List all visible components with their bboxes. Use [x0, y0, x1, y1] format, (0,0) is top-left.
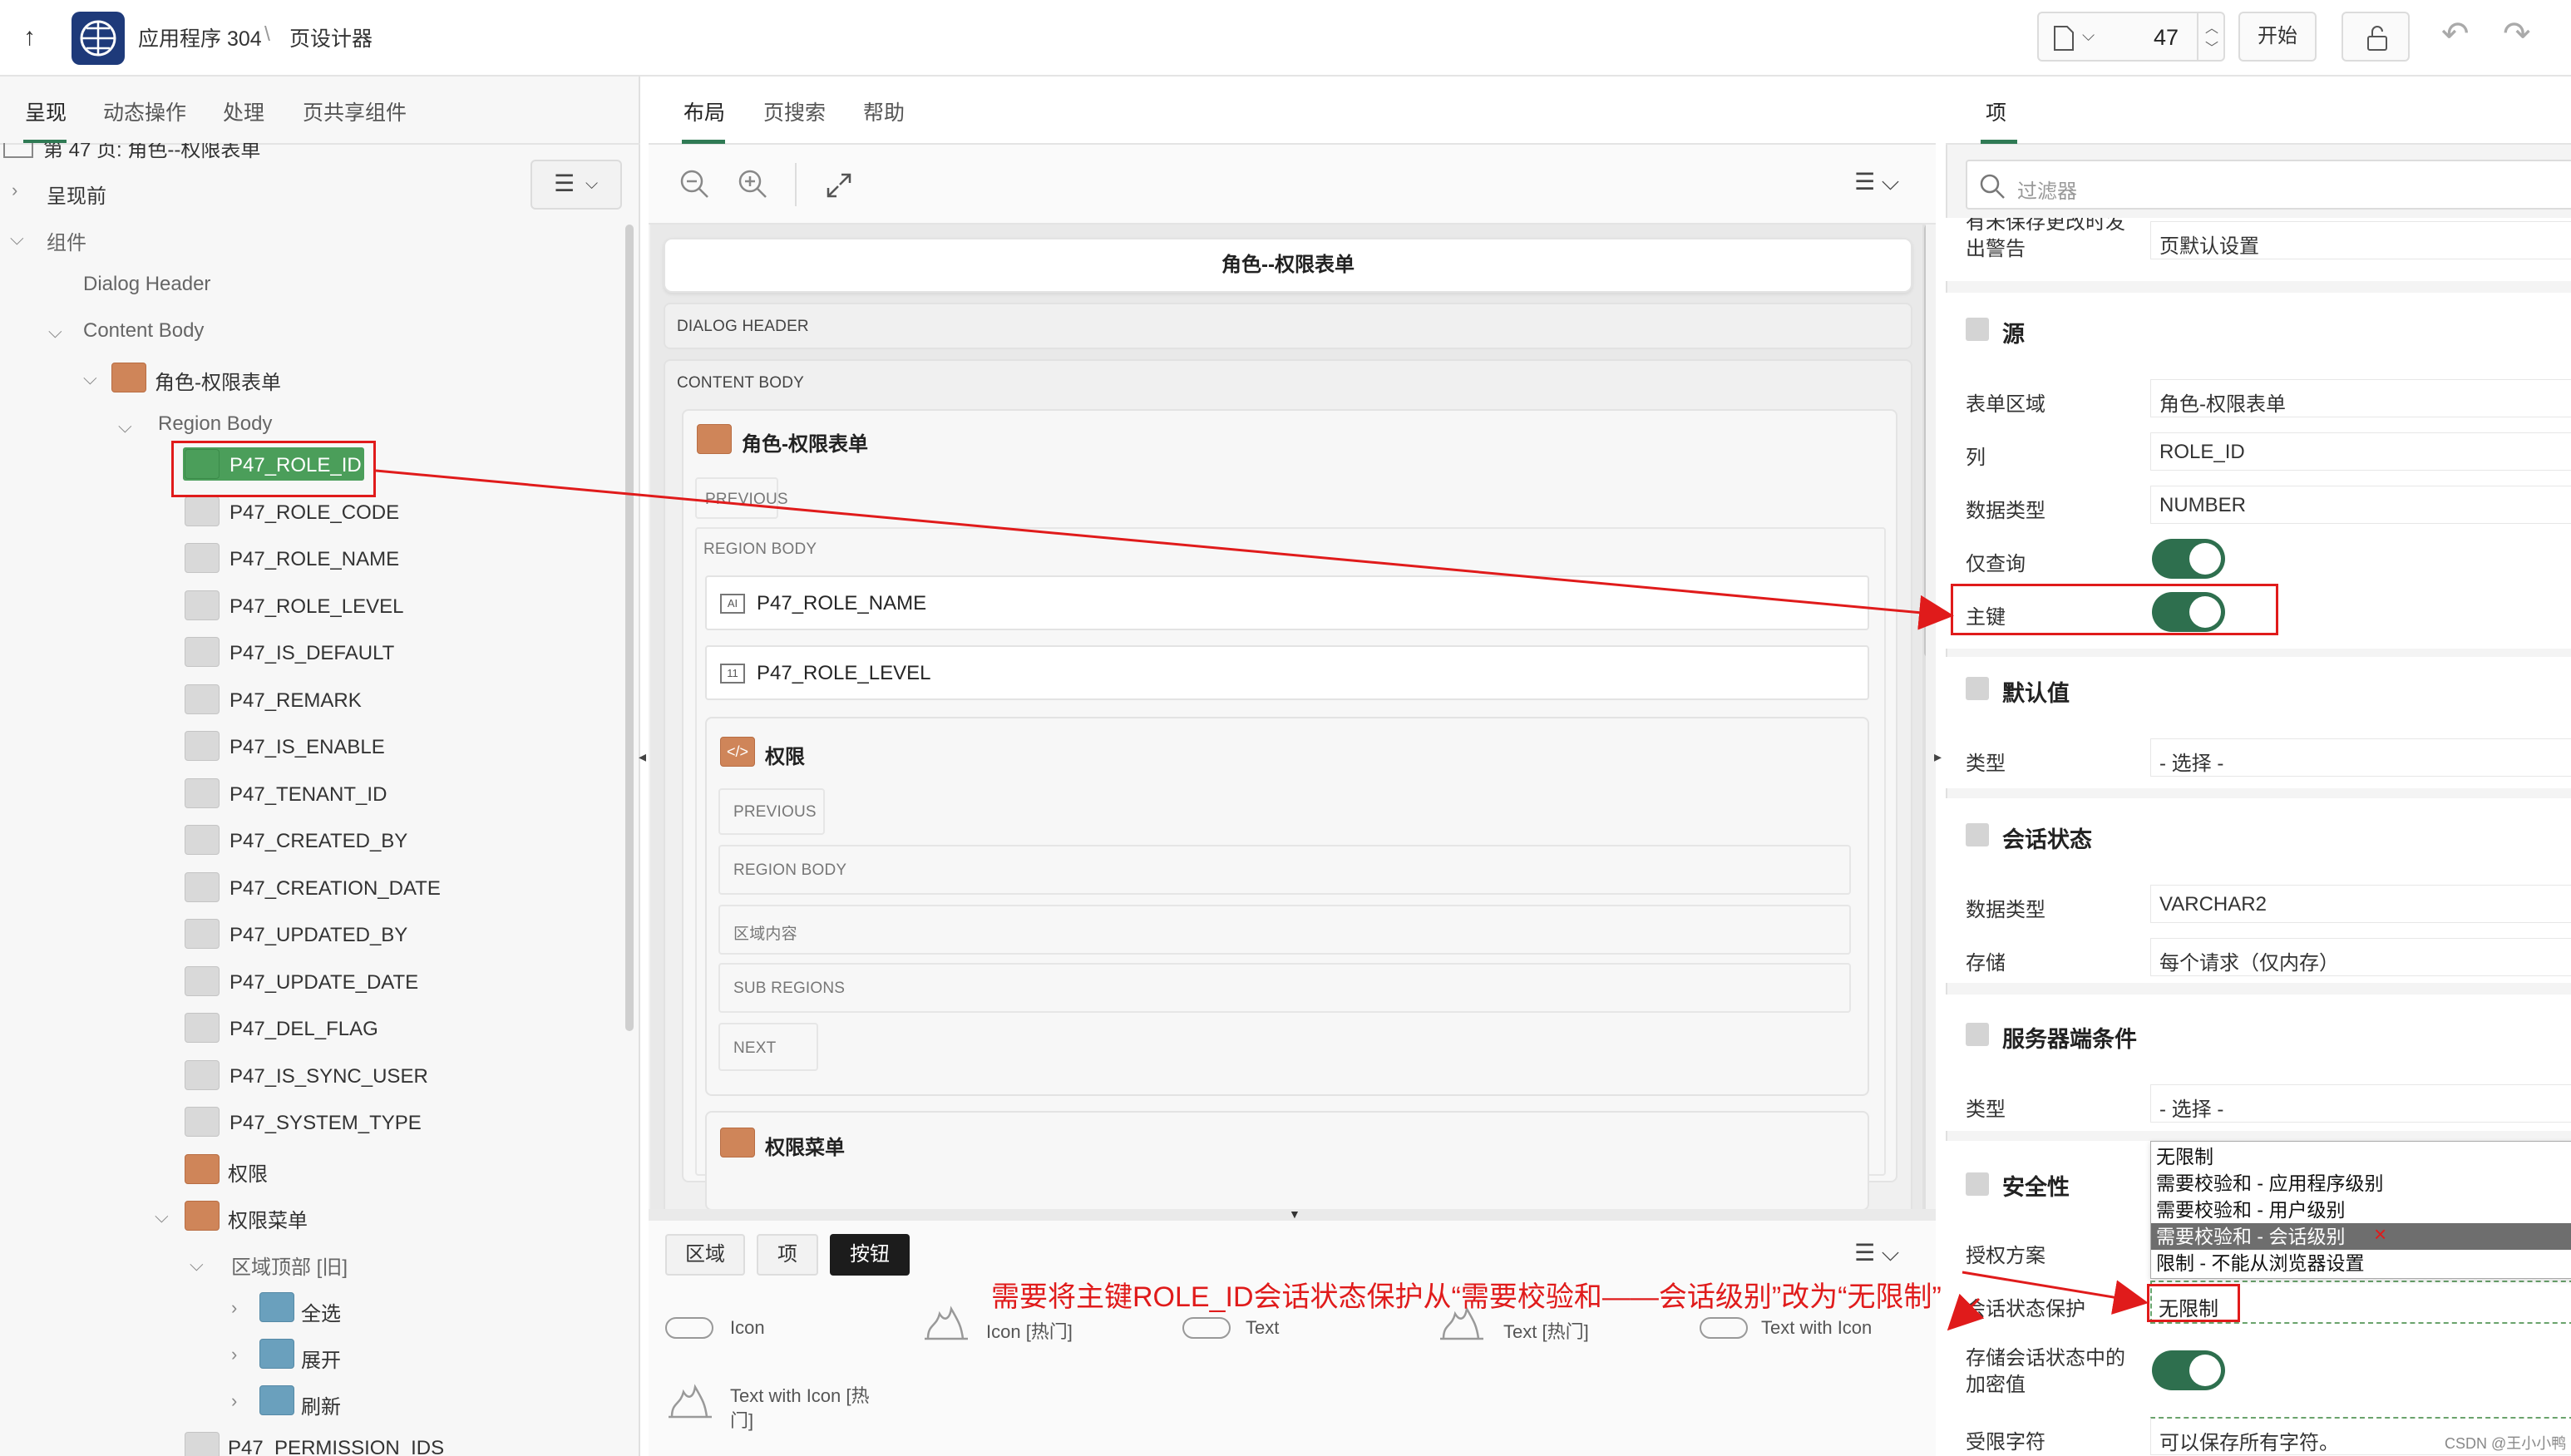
annotation-arrow-ssp	[1962, 1271, 2149, 1315]
watermark: CSDN @王小小鸭	[2445, 1435, 2567, 1452]
annotation-arrow-pk	[375, 469, 1954, 630]
annotation-arrows	[375, 469, 2149, 1331]
annotation-text: 需要将主键ROLE_ID会话状态保护从“需要校验和——会话级别”改为“无限制”	[991, 1281, 1942, 1313]
annotation-arrow-ssp-label	[1947, 1293, 1985, 1331]
